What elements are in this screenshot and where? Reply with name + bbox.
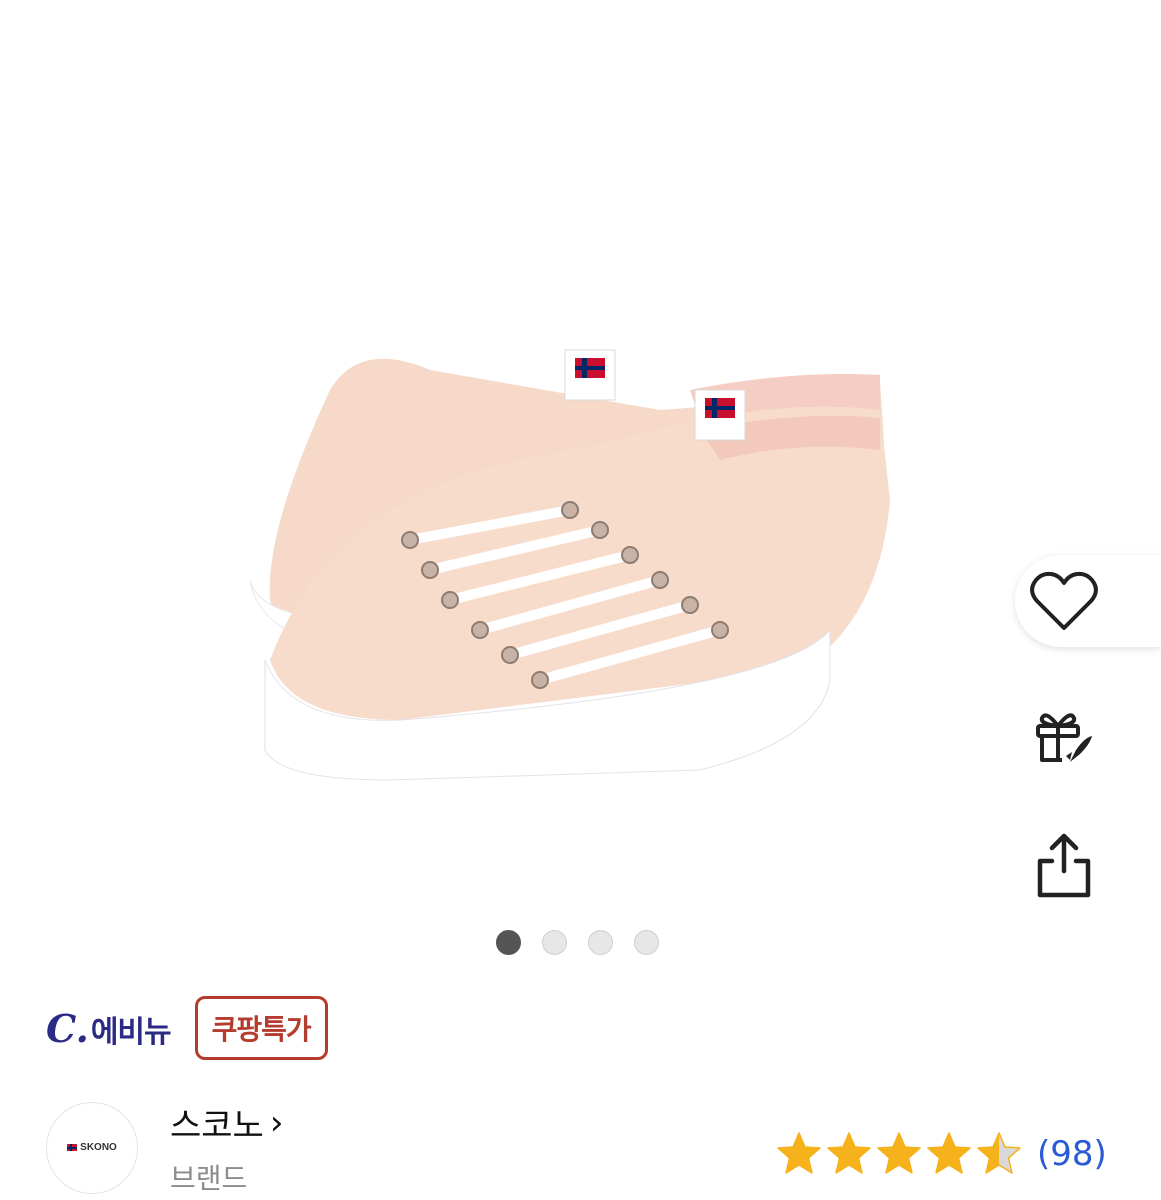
chevron-right-icon: › xyxy=(269,1102,284,1143)
carousel-dot[interactable] xyxy=(542,930,567,955)
carousel-dot[interactable] xyxy=(588,930,613,955)
product-gallery[interactable] xyxy=(0,0,1161,1000)
star-rating xyxy=(775,1130,1023,1178)
brand-name: 스코노 xyxy=(170,1106,264,1146)
star-icon xyxy=(877,1132,921,1174)
seller-logo-mark: C. xyxy=(46,1005,89,1051)
flag-icon xyxy=(67,1144,78,1151)
seller-logo[interactable]: C. 에비뉴 xyxy=(46,1005,172,1051)
brand-avatar[interactable]: SKONO xyxy=(46,1101,138,1194)
seller-name: 에비뉴 xyxy=(90,1014,172,1050)
star-icon xyxy=(777,1132,821,1174)
star-icon xyxy=(977,1132,1021,1174)
carousel-dot[interactable] xyxy=(634,930,659,955)
gift-rocket-icon xyxy=(1036,713,1092,762)
star-icon xyxy=(827,1132,871,1174)
deal-badge: 쿠팡특가 xyxy=(194,996,328,1060)
wishlist-button[interactable] xyxy=(1015,555,1161,647)
brand-logo: SKONO xyxy=(67,1142,117,1153)
brand-logo-text: SKONO xyxy=(80,1142,117,1153)
product-image xyxy=(249,349,890,781)
brand-row[interactable]: SKONO 스코노 › 브랜드 xyxy=(46,1098,283,1197)
carousel-indicator xyxy=(496,930,659,955)
share-button[interactable] xyxy=(1028,830,1100,902)
brand-info: 스코노 › 브랜드 xyxy=(170,1098,283,1197)
share-icon xyxy=(1037,833,1091,898)
star-icon xyxy=(927,1132,971,1174)
gift-button[interactable] xyxy=(1028,700,1100,772)
seller-badge-row: C. 에비뉴 쿠팡특가 xyxy=(46,996,328,1060)
brand-name-link[interactable]: 스코노 › xyxy=(170,1098,283,1147)
carousel-dot[interactable] xyxy=(496,930,521,955)
review-count[interactable]: (98) xyxy=(1037,1134,1107,1174)
product-rating[interactable]: (98) xyxy=(775,1130,1107,1178)
heart-icon xyxy=(1030,571,1098,630)
brand-label: 브랜드 xyxy=(170,1162,248,1195)
